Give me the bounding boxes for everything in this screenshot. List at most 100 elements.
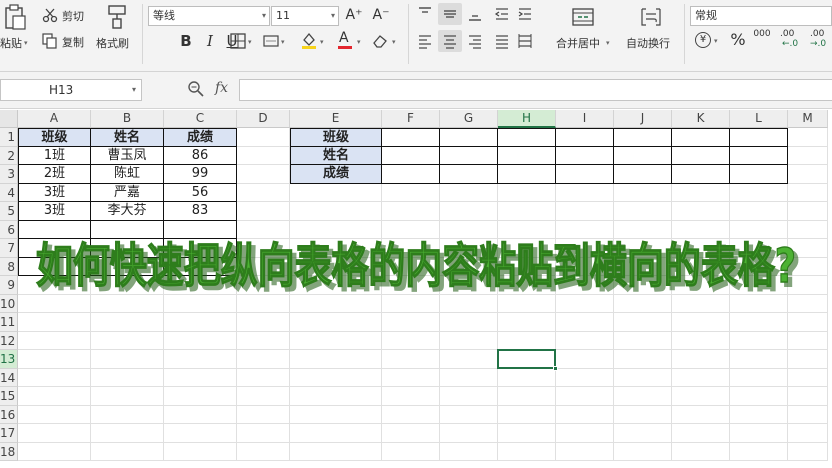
bold-button[interactable]: B — [176, 32, 196, 50]
row-header-11[interactable]: 11 — [0, 313, 18, 332]
cell-a17[interactable] — [18, 424, 91, 443]
cell-i11[interactable] — [556, 313, 614, 332]
cell-e4[interactable] — [290, 183, 382, 202]
align-middle-button[interactable] — [438, 3, 462, 25]
cell-i6[interactable] — [556, 220, 614, 239]
distributed-align-icon[interactable] — [517, 33, 533, 49]
cell-k6[interactable] — [672, 220, 730, 239]
cell-l18[interactable] — [730, 442, 788, 461]
cell-k4[interactable] — [672, 183, 730, 202]
cell-m18[interactable] — [788, 442, 828, 461]
cell-i1[interactable] — [556, 128, 614, 147]
eraser-icon[interactable] — [372, 33, 388, 49]
cell-b7[interactable] — [91, 239, 164, 258]
cell-f8[interactable] — [382, 257, 440, 276]
cell-g12[interactable] — [440, 331, 498, 350]
row-header-12[interactable]: 12 — [0, 331, 18, 350]
cell-c11[interactable] — [164, 313, 237, 332]
cell-i4[interactable] — [556, 183, 614, 202]
cell-f3[interactable] — [382, 165, 440, 184]
cell-b13[interactable] — [91, 350, 164, 369]
cell-c15[interactable] — [164, 387, 237, 406]
cell-d4[interactable] — [237, 183, 290, 202]
cell-m16[interactable] — [788, 405, 828, 424]
cell-h3[interactable] — [498, 165, 556, 184]
cell-b16[interactable] — [91, 405, 164, 424]
cell-l8[interactable] — [730, 257, 788, 276]
cell-f5[interactable] — [382, 202, 440, 221]
cell-a9[interactable] — [18, 276, 91, 295]
cell-m2[interactable] — [788, 146, 828, 165]
cell-f12[interactable] — [382, 331, 440, 350]
number-format-select[interactable]: 常规 — [690, 6, 832, 26]
cell-i5[interactable] — [556, 202, 614, 221]
cell-a5[interactable]: 3班 — [18, 202, 91, 221]
cell-g4[interactable] — [440, 183, 498, 202]
cell-m8[interactable] — [788, 257, 828, 276]
column-header-j[interactable]: J — [614, 110, 672, 128]
cell-c4[interactable]: 56 — [164, 183, 237, 202]
row-header-17[interactable]: 17 — [0, 424, 18, 443]
cell-g16[interactable] — [440, 405, 498, 424]
paste-button[interactable]: 粘贴 ▾ — [0, 2, 34, 58]
cell-m13[interactable] — [788, 350, 828, 369]
cell-k18[interactable] — [672, 442, 730, 461]
cell-j9[interactable] — [614, 276, 672, 295]
cell-a6[interactable] — [18, 220, 91, 239]
row-header-6[interactable]: 6 — [0, 220, 18, 239]
cell-d8[interactable] — [237, 257, 290, 276]
cell-h13[interactable] — [498, 350, 556, 369]
cell-e1[interactable]: 班级 — [290, 128, 382, 147]
cell-i12[interactable] — [556, 331, 614, 350]
cell-j18[interactable] — [614, 442, 672, 461]
select-all-corner[interactable] — [0, 110, 18, 128]
cell-g13[interactable] — [440, 350, 498, 369]
cell-j16[interactable] — [614, 405, 672, 424]
cell-e3[interactable]: 成绩 — [290, 165, 382, 184]
chevron-down-icon[interactable]: ▾ — [357, 38, 361, 46]
cell-h11[interactable] — [498, 313, 556, 332]
cell-d16[interactable] — [237, 405, 290, 424]
cell-l14[interactable] — [730, 368, 788, 387]
cell-a16[interactable] — [18, 405, 91, 424]
cell-j15[interactable] — [614, 387, 672, 406]
cell-j5[interactable] — [614, 202, 672, 221]
cell-b6[interactable] — [91, 220, 164, 239]
cell-a7[interactable] — [18, 239, 91, 258]
cell-m11[interactable] — [788, 313, 828, 332]
cell-g9[interactable] — [440, 276, 498, 295]
cell-i8[interactable] — [556, 257, 614, 276]
cell-j12[interactable] — [614, 331, 672, 350]
grow-font-icon[interactable]: A⁺ — [344, 6, 364, 24]
cell-e17[interactable] — [290, 424, 382, 443]
cell-b18[interactable] — [91, 442, 164, 461]
cell-f14[interactable] — [382, 368, 440, 387]
increase-decimal-button[interactable]: .00 — [780, 29, 804, 39]
column-header-b[interactable]: B — [91, 110, 164, 128]
cell-h9[interactable] — [498, 276, 556, 295]
cell-f1[interactable] — [382, 128, 440, 147]
align-top-icon[interactable] — [417, 6, 433, 22]
percent-button[interactable]: % — [728, 31, 748, 49]
cell-h18[interactable] — [498, 442, 556, 461]
cell-e13[interactable] — [290, 350, 382, 369]
cell-h17[interactable] — [498, 424, 556, 443]
cell-d18[interactable] — [237, 442, 290, 461]
cell-a18[interactable] — [18, 442, 91, 461]
cell-f13[interactable] — [382, 350, 440, 369]
cell-e5[interactable] — [290, 202, 382, 221]
cell-e14[interactable] — [290, 368, 382, 387]
cell-l16[interactable] — [730, 405, 788, 424]
fx-icon[interactable]: fx — [215, 80, 228, 96]
cell-c13[interactable] — [164, 350, 237, 369]
cell-c18[interactable] — [164, 442, 237, 461]
cell-i2[interactable] — [556, 146, 614, 165]
cell-d6[interactable] — [237, 220, 290, 239]
indent-increase-icon[interactable] — [517, 6, 533, 22]
cell-f6[interactable] — [382, 220, 440, 239]
row-header-4[interactable]: 4 — [0, 183, 18, 202]
cell-i17[interactable] — [556, 424, 614, 443]
cell-h10[interactable] — [498, 294, 556, 313]
zoom-search-icon[interactable] — [187, 80, 205, 98]
cell-c1[interactable]: 成绩 — [164, 128, 237, 147]
